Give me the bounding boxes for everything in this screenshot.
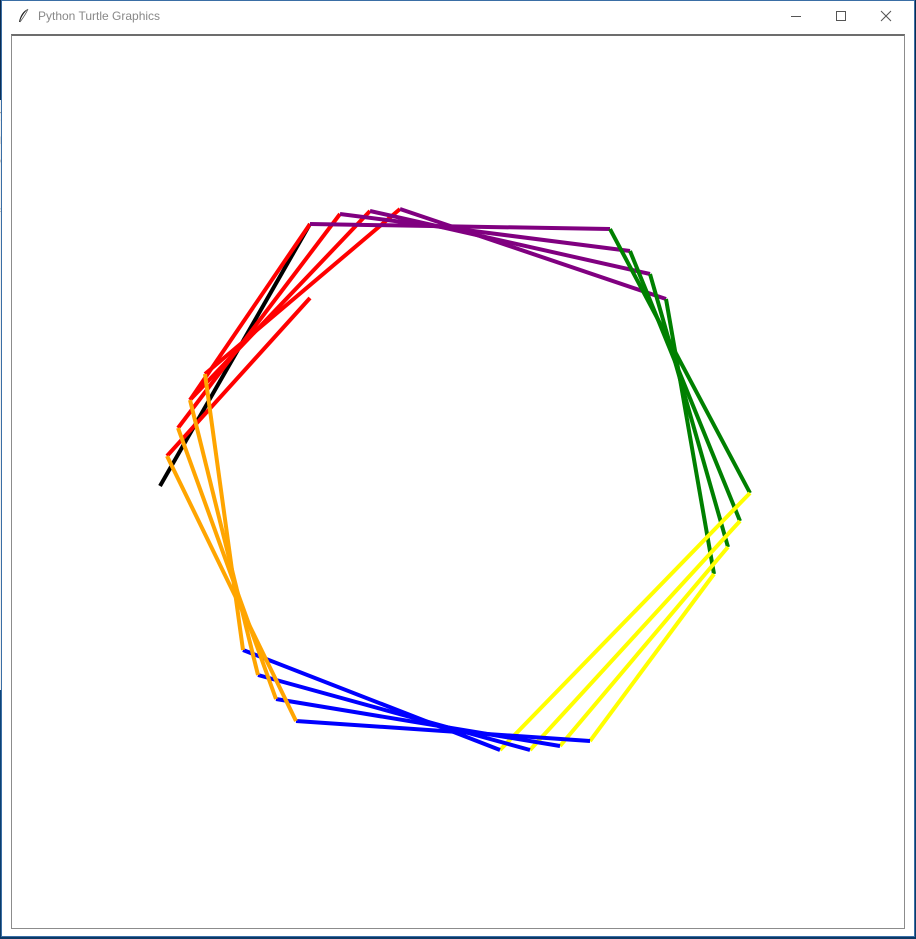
red-line-segment xyxy=(165,296,312,458)
purple-line-segment xyxy=(369,209,651,276)
green-line-segment xyxy=(628,250,742,522)
green-line-segment xyxy=(648,273,730,548)
orange-line-segment xyxy=(188,399,260,676)
blue-line-segment xyxy=(257,673,531,752)
purple-line-segment xyxy=(399,207,667,301)
yellow-line-segment xyxy=(528,519,742,752)
green-line-segment xyxy=(608,228,752,494)
turtle-drawing xyxy=(158,207,752,752)
yellow-line-segment xyxy=(588,572,716,743)
yellow-line-segment xyxy=(558,545,730,748)
orange-line-segment xyxy=(203,373,245,651)
orange-line-segment xyxy=(165,455,298,722)
red-line-segment xyxy=(188,209,372,402)
purple-line-segment xyxy=(339,212,631,253)
yellow-line-segment xyxy=(498,491,752,752)
red-line-segment xyxy=(176,212,342,430)
orange-line-segment xyxy=(176,427,278,700)
